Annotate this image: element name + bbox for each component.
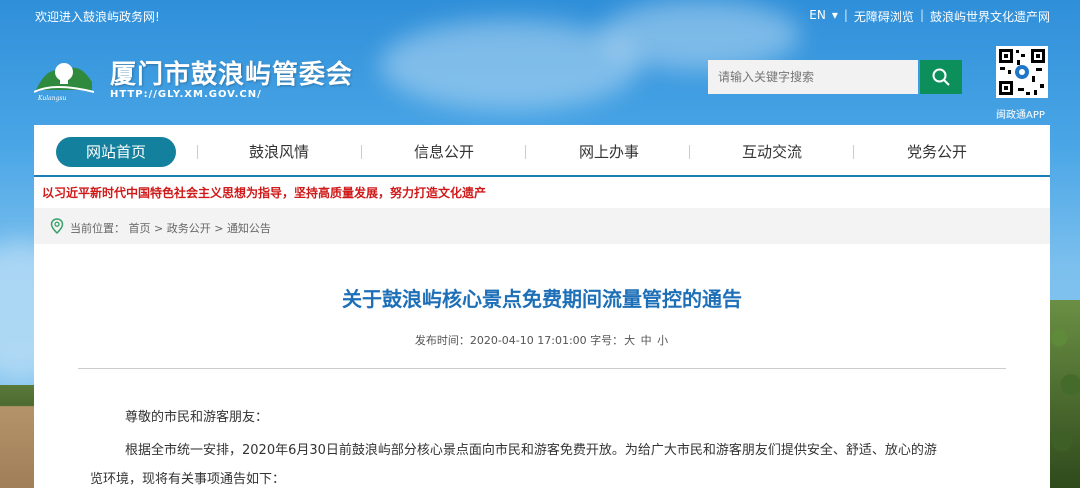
- tree-decoration: [1050, 300, 1080, 488]
- nav-item-info-disclosure[interactable]: 信息公开: [384, 137, 504, 167]
- site-title: 厦门市鼓浪屿管委会: [110, 60, 354, 90]
- nav-divider: [689, 145, 690, 159]
- heritage-site-link[interactable]: 鼓浪屿世界文化遗产网: [930, 8, 1050, 25]
- english-link[interactable]: EN: [809, 8, 826, 25]
- site-logo[interactable]: Kulangsu: [33, 52, 95, 102]
- top-bar: 欢迎进入鼓浪屿政务网! EN ▾ | 无障碍浏览 | 鼓浪屿世界文化遗产网: [0, 0, 1080, 30]
- nav-divider: [853, 145, 854, 159]
- search-button[interactable]: [920, 60, 962, 94]
- slogan-banner: 以习近平新时代中国特色社会主义思想为指导，坚持高质量发展，努力打造文化遗产: [42, 186, 487, 200]
- building-decoration: [0, 385, 34, 488]
- article-title: 关于鼓浪屿核心景点免费期间流量管控的通告: [342, 287, 742, 311]
- nav-divider: [525, 145, 526, 159]
- search-input[interactable]: [708, 60, 918, 94]
- nav-item-online-services[interactable]: 网上办事: [549, 137, 669, 167]
- qr-code: [996, 46, 1048, 98]
- welcome-text: 欢迎进入鼓浪屿政务网!: [35, 10, 160, 24]
- breadcrumb-separator: >: [154, 222, 164, 235]
- article-body-line: 根据全市统一安排，2020年6月30日前鼓浪屿部分核心景点面向市民和游客免费开放…: [125, 443, 937, 458]
- divider: |: [843, 8, 848, 22]
- font-size-medium-button[interactable]: 中: [641, 334, 652, 347]
- breadcrumb-separator: >: [214, 222, 224, 235]
- article-meta: 发布时间：2020-04-10 17:01:00 字号：大 中 小: [34, 332, 1050, 348]
- main-nav: 网站首页 鼓浪风情 信息公开 网上办事 互动交流 党务公开: [34, 125, 1050, 177]
- top-links: EN ▾ | 无障碍浏览 | 鼓浪屿世界文化遗产网: [809, 8, 1050, 25]
- nav-divider: [197, 145, 198, 159]
- chevron-down-icon: ▾: [831, 8, 838, 22]
- publish-time: 2020-04-10 17:01:00: [469, 334, 587, 347]
- nav-divider: [361, 145, 362, 159]
- publish-label: 发布时间：: [414, 334, 470, 347]
- breadcrumb-item-notices[interactable]: 通知公告: [227, 222, 271, 235]
- breadcrumb: 当前位置： 首页 > 政务公开 > 通知公告: [34, 208, 1050, 244]
- divider: |: [919, 8, 924, 22]
- nav-item-scenery[interactable]: 鼓浪风情: [219, 137, 339, 167]
- article-body-line: 览环境，现将有关事项通告如下：: [90, 472, 286, 487]
- nav-item-party-affairs[interactable]: 党务公开: [877, 137, 997, 167]
- breadcrumb-item-affairs[interactable]: 政务公开: [167, 222, 211, 235]
- nav-item-interaction[interactable]: 互动交流: [712, 137, 832, 167]
- article-greeting: 尊敬的市民和游客朋友：: [125, 410, 269, 425]
- location-pin-icon: [50, 218, 64, 234]
- nav-item-home[interactable]: 网站首页: [56, 137, 176, 167]
- svg-text:Kulangsu: Kulangsu: [37, 95, 66, 102]
- breadcrumb-item-home[interactable]: 首页: [129, 222, 151, 235]
- search-icon: [932, 68, 950, 86]
- accessibility-link[interactable]: 无障碍浏览: [854, 8, 914, 25]
- font-size-large-button[interactable]: 大: [624, 334, 635, 347]
- qr-label: 闽政通APP: [996, 110, 1045, 121]
- main-container: 网站首页 鼓浪风情 信息公开 网上办事 互动交流 党务公开 以习近平新时代中国特…: [34, 125, 1050, 488]
- font-size-small-button[interactable]: 小: [657, 334, 668, 347]
- breadcrumb-trail: 当前位置： 首页 > 政务公开 > 通知公告: [70, 220, 271, 236]
- breadcrumb-prefix: 当前位置：: [70, 222, 125, 235]
- search-bar: [708, 60, 962, 94]
- site-url: HTTP://GLY.XM.GOV.CN/: [110, 89, 262, 100]
- divider: [78, 368, 1006, 369]
- font-size-label: 字号：: [590, 334, 624, 347]
